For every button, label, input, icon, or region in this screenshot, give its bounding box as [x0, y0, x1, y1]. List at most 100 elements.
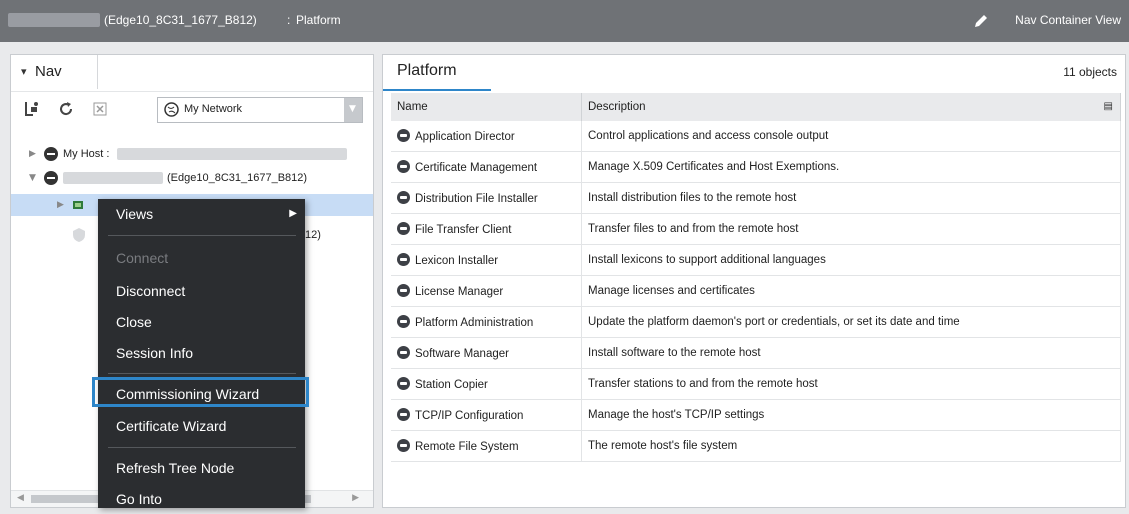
- menu-divider: [108, 373, 296, 374]
- table-row[interactable]: Application Director Control applications…: [391, 121, 1121, 152]
- table-cell-description: Manage the host's TCP/IP settings: [581, 399, 1121, 431]
- tree-row-platform-host[interactable]: ▼ (Edge10_8C31_1677_B812): [11, 167, 373, 189]
- table-cell-description: Install software to the remote host: [581, 337, 1121, 369]
- table-cell-name[interactable]: Station Copier: [391, 368, 582, 400]
- table-cell-name[interactable]: Distribution File Installer: [391, 182, 582, 214]
- row-name: Software Manager: [415, 348, 509, 360]
- table-cell-description: Manage licenses and certificates: [581, 275, 1121, 307]
- column-menu-icon[interactable]: ▤: [1104, 101, 1113, 112]
- menu-item-views[interactable]: Views ▶: [98, 199, 305, 229]
- table-cell-name[interactable]: Application Director: [391, 121, 582, 152]
- platform-tab[interactable]: Platform: [383, 55, 491, 91]
- column-header-name[interactable]: Name: [391, 93, 582, 121]
- table-row[interactable]: License Manager Manage licenses and certi…: [391, 275, 1121, 307]
- caret-down-icon[interactable]: ▾: [21, 65, 27, 78]
- station-icon: [73, 201, 83, 209]
- row-name: File Transfer Client: [415, 224, 512, 236]
- menu-divider: [108, 447, 296, 448]
- service-icon: [397, 377, 410, 390]
- refresh-icon[interactable]: [57, 100, 75, 118]
- close-icon[interactable]: [91, 100, 109, 118]
- scroll-left-icon[interactable]: ◀: [17, 493, 24, 503]
- service-icon: [397, 160, 410, 173]
- tree-label-child: 12): [305, 229, 321, 241]
- tree-label-platform-host: (Edge10_8C31_1677_B812): [167, 172, 308, 184]
- row-name: Application Director: [415, 131, 515, 143]
- table-row[interactable]: Platform Administration Update the platfo…: [391, 306, 1121, 338]
- row-name: Remote File System: [415, 441, 519, 453]
- table-row[interactable]: Software Manager Install software to the …: [391, 337, 1121, 369]
- table-row[interactable]: Lexicon Installer Install lexicons to sup…: [391, 244, 1121, 276]
- menu-item-certificate-wizard[interactable]: Certificate Wizard: [98, 411, 305, 441]
- highlight-box: [92, 377, 309, 407]
- service-icon: [397, 191, 410, 204]
- object-count: 11 objects: [1063, 65, 1117, 79]
- row-name: Certificate Management: [415, 162, 538, 174]
- globe-icon: [164, 102, 179, 117]
- menu-divider: [108, 235, 296, 236]
- breadcrumb-host[interactable]: (Edge10_8C31_1677_B812): [104, 13, 257, 27]
- host-icon: [44, 171, 58, 185]
- table-cell-description: Update the platform daemon's port or cre…: [581, 306, 1121, 338]
- service-icon: [397, 222, 410, 235]
- tree-row-my-host[interactable]: ▶ My Host :: [11, 143, 373, 165]
- service-icon: [397, 253, 410, 266]
- tree-label-my-host: My Host :: [63, 148, 110, 160]
- platform-tab-label: Platform: [397, 62, 457, 79]
- row-name: Station Copier: [415, 379, 488, 391]
- scroll-right-icon[interactable]: ▶: [352, 493, 359, 503]
- nav-toolbar: My Network ▼: [11, 92, 373, 126]
- table-cell-name[interactable]: Remote File System: [391, 430, 582, 462]
- table-cell-name[interactable]: License Manager: [391, 275, 582, 307]
- table-cell-name[interactable]: TCP/IP Configuration: [391, 399, 582, 431]
- platform-panel: Platform 11 objects Name Description App…: [382, 54, 1126, 508]
- table-cell-name[interactable]: Software Manager: [391, 337, 582, 369]
- table-row[interactable]: TCP/IP Configuration Manage the host's TC…: [391, 399, 1121, 431]
- collapse-arrow-icon[interactable]: ▼: [29, 173, 36, 183]
- nav-tab[interactable]: ▾ Nav: [11, 55, 98, 89]
- table-row[interactable]: Distribution File Installer Install distr…: [391, 182, 1121, 214]
- pencil-icon[interactable]: [972, 12, 990, 30]
- network-select-value: My Network: [184, 103, 243, 115]
- host-icon: [44, 147, 58, 161]
- redacted-host-address: [117, 148, 347, 160]
- top-bar: (Edge10_8C31_1677_B812) : Platform Nav C…: [0, 0, 1129, 42]
- menu-item-close[interactable]: Close: [98, 307, 305, 337]
- table-header-row: Name Description: [391, 93, 1121, 121]
- table-row[interactable]: File Transfer Client Transfer files to an…: [391, 213, 1121, 245]
- chevron-down-icon[interactable]: ▼: [344, 98, 362, 122]
- table-cell-description: Install lexicons to support additional l…: [581, 244, 1121, 276]
- expand-arrow-icon[interactable]: ▶: [57, 200, 64, 210]
- sync-icon[interactable]: [23, 100, 41, 118]
- column-header-description[interactable]: Description: [581, 93, 1121, 121]
- table-cell-name[interactable]: Certificate Management: [391, 151, 582, 183]
- network-select[interactable]: My Network ▼: [157, 97, 363, 123]
- row-name: License Manager: [415, 286, 504, 298]
- table-cell-description: Control applications and access console …: [581, 121, 1121, 152]
- table-cell-name[interactable]: Lexicon Installer: [391, 244, 582, 276]
- table-row[interactable]: Certificate Management Manage X.509 Certi…: [391, 151, 1121, 183]
- expand-arrow-icon[interactable]: ▶: [29, 149, 36, 159]
- row-name: TCP/IP Configuration: [415, 410, 524, 422]
- row-name: Lexicon Installer: [415, 255, 499, 267]
- service-icon: [397, 284, 410, 297]
- breadcrumb-separator: :: [287, 13, 291, 27]
- menu-item-disconnect[interactable]: Disconnect: [98, 276, 305, 306]
- context-menu: Views ▶ Connect Disconnect Close Session …: [92, 199, 309, 508]
- table-row[interactable]: Remote File System The remote host's file…: [391, 430, 1121, 462]
- nav-header: ▾ Nav: [11, 55, 373, 92]
- table-row[interactable]: Station Copier Transfer stations to and f…: [391, 368, 1121, 400]
- table-cell-description: The remote host's file system: [581, 430, 1121, 462]
- table-cell-name[interactable]: File Transfer Client: [391, 213, 582, 245]
- table-cell-name[interactable]: Platform Administration: [391, 306, 582, 338]
- view-selector[interactable]: Nav Container View: [1015, 13, 1121, 27]
- redacted-host-name: [8, 13, 100, 27]
- service-icon: [397, 315, 410, 328]
- breadcrumb-platform[interactable]: Platform: [296, 13, 341, 27]
- table-cell-description: Manage X.509 Certificates and Host Exemp…: [581, 151, 1121, 183]
- table-cell-description: Transfer files to and from the remote ho…: [581, 213, 1121, 245]
- menu-item-session-info[interactable]: Session Info: [98, 338, 305, 368]
- row-name: Distribution File Installer: [415, 193, 538, 205]
- menu-item-refresh-tree-node[interactable]: Refresh Tree Node: [98, 453, 305, 483]
- menu-item-go-into[interactable]: Go Into: [98, 484, 305, 514]
